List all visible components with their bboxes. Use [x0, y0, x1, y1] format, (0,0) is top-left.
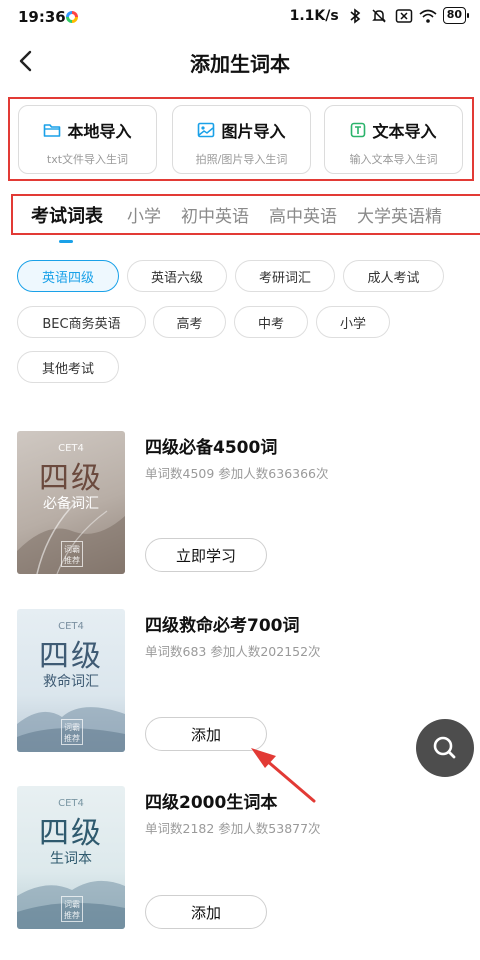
cover-title: 四级	[39, 639, 103, 674]
cover-title: 四级	[39, 816, 103, 851]
wordbook-cover: CET4 四级 救命词汇 词霸推荐	[17, 609, 125, 752]
image-import-desc: 拍照/图片导入生词	[195, 153, 288, 166]
chip-cet6[interactable]: 英语六级	[127, 260, 227, 292]
text-import-desc: 输入文本导入生词	[349, 153, 438, 166]
cover-stamp: 词霸推荐	[61, 541, 83, 567]
wordbook-name: 四级必备4500词	[145, 438, 278, 458]
tab-primary[interactable]: 小学	[117, 202, 171, 227]
add-wordbook-button[interactable]: 添加	[145, 895, 267, 929]
page-title: 添加生词本	[190, 52, 290, 76]
wordbook-name: 四级2000生词本	[145, 793, 278, 813]
cover-stamp: 词霸推荐	[61, 896, 83, 922]
image-import-label: 图片导入	[221, 122, 286, 141]
chip-primary[interactable]: 小学	[316, 306, 390, 338]
wordbook-cover: CET4 四级 必备词汇 词霸推荐	[17, 431, 125, 574]
status-time: 19:36	[18, 8, 66, 26]
text-import-label: 文本导入	[372, 122, 437, 141]
search-button[interactable]	[416, 719, 474, 777]
active-tab-indicator	[59, 240, 73, 243]
mute-bell-icon	[371, 8, 387, 24]
cover-subtitle: 救命词汇	[43, 674, 99, 690]
wordbook-item[interactable]: CET4 四级 救命词汇 词霸推荐 四级救命必考700词 单词数683 参加人数…	[17, 609, 480, 752]
study-now-button[interactable]: 立即学习	[145, 538, 267, 572]
search-icon	[433, 736, 456, 759]
category-tabs-highlight: 考试词表 小学 初中英语 高中英语 大学英语精	[11, 194, 480, 235]
bluetooth-icon	[347, 7, 363, 24]
status-bar: 19:36 1.1K/s 80	[0, 0, 480, 34]
chip-adult-exam[interactable]: 成人考试	[343, 260, 444, 292]
chip-cet4[interactable]: 英语四级	[17, 260, 119, 292]
wordbook-stats: 单词数4509 参加人数636366次	[145, 466, 329, 481]
tab-exam-wordlist[interactable]: 考试词表	[13, 202, 117, 228]
cover-subtitle: 生词本	[50, 851, 92, 867]
chip-other-exams[interactable]: 其他考试	[17, 351, 119, 383]
text-icon	[351, 122, 366, 138]
sim-off-icon	[395, 8, 412, 24]
tab-junior-english[interactable]: 初中英语	[171, 202, 259, 227]
wordbook-stats: 单词数2182 参加人数53877次	[145, 821, 321, 836]
wordbook-name: 四级救命必考700词	[145, 616, 300, 636]
chip-zhongkao[interactable]: 中考	[234, 306, 308, 338]
wordbook-cover: CET4 四级 生词本 词霸推荐	[17, 786, 125, 929]
image-icon	[198, 122, 215, 138]
wifi-icon	[419, 8, 437, 24]
wordbook-item[interactable]: CET4 四级 生词本 词霸推荐 四级2000生词本 单词数2182 参加人数5…	[17, 786, 480, 929]
chip-gaokao[interactable]: 高考	[153, 306, 226, 338]
chip-postgrad-vocab[interactable]: 考研词汇	[235, 260, 335, 292]
tab-college-english[interactable]: 大学英语精	[347, 202, 452, 227]
wordbook-stats: 单词数683 参加人数202152次	[145, 644, 321, 659]
cover-stamp: 词霸推荐	[61, 719, 83, 745]
battery-indicator: 80	[442, 7, 470, 24]
cover-subtitle: 必备词汇	[43, 496, 99, 512]
network-speed: 1.1K/s	[289, 7, 339, 24]
tab-senior-english[interactable]: 高中英语	[259, 202, 347, 227]
app-notification-icon	[66, 11, 78, 23]
wordbook-item[interactable]: CET4 四级 必备词汇 词霸推荐 四级必备4500词 单词数4509 参加人数…	[17, 431, 480, 574]
status-icons: 1.1K/s 80	[289, 7, 470, 24]
cover-title: 四级	[39, 461, 103, 496]
nav-bar: 添加生词本	[0, 34, 480, 88]
folder-icon	[44, 124, 61, 137]
local-import-button[interactable]: 本地导入 txt文件导入生词	[18, 105, 157, 174]
local-import-label: 本地导入	[67, 122, 132, 141]
image-import-button[interactable]: 图片导入 拍照/图片导入生词	[172, 105, 311, 174]
import-options-highlight: 本地导入 txt文件导入生词 图片导入 拍照/图片导入生词 文本导入 输入文本导…	[8, 97, 474, 181]
category-tabs: 考试词表 小学 初中英语 高中英语 大学英语精	[13, 196, 452, 233]
chip-bec[interactable]: BEC商务英语	[17, 306, 146, 338]
local-import-desc: txt文件导入生词	[46, 153, 129, 166]
add-wordbook-button[interactable]: 添加	[145, 717, 267, 751]
text-import-button[interactable]: 文本导入 输入文本导入生词	[324, 105, 463, 174]
